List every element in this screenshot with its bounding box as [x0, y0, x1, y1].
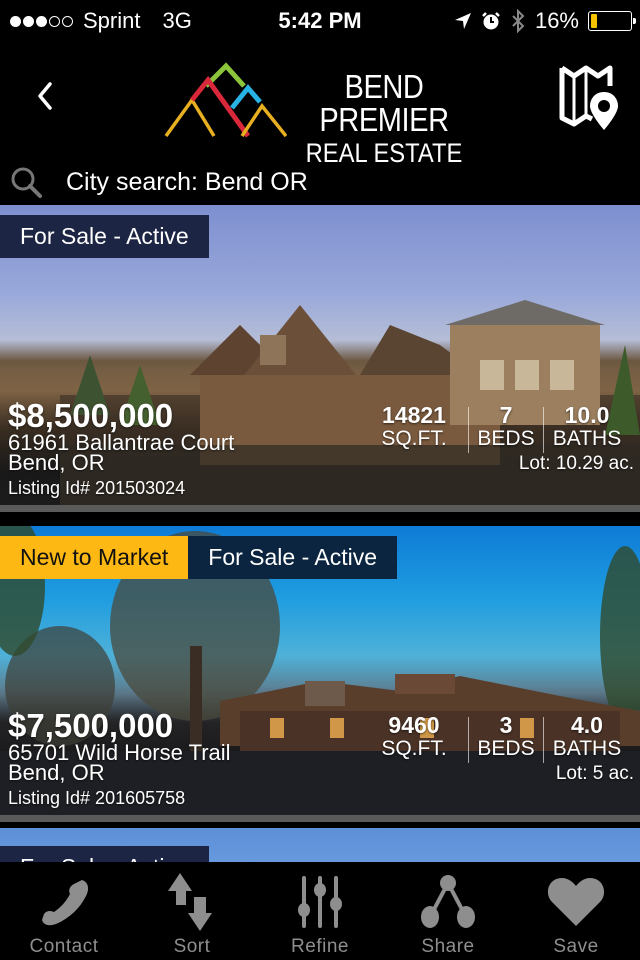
- beds-label: BEDS: [477, 427, 535, 450]
- baths-label: BATHS: [552, 737, 622, 760]
- stat-baths: 4.0 BATHS: [544, 713, 630, 761]
- sqft-value: 14821: [382, 402, 446, 428]
- sort-arrows-icon: [168, 873, 212, 931]
- sqft-value: 9460: [388, 712, 440, 738]
- map-pin-icon: [559, 65, 618, 130]
- tab-save[interactable]: Save: [512, 862, 640, 960]
- tab-sort[interactable]: Sort: [128, 862, 256, 960]
- listing-stats: 9460 SQ.FT. 3 BEDS 4.0 BATHS: [360, 713, 630, 763]
- baths-value: 4.0: [571, 712, 603, 738]
- tab-label: Sort: [173, 936, 211, 957]
- status-badge: For Sale - Active: [188, 536, 397, 579]
- sqft-label: SQ.FT.: [381, 737, 447, 760]
- new-to-market-badge: New to Market: [0, 536, 189, 579]
- listing-badges: For Sale - Active: [0, 215, 209, 258]
- share-nodes-icon: [421, 875, 475, 928]
- mountains-logo-icon: [164, 62, 287, 138]
- stat-beds: 3 BEDS: [469, 713, 543, 761]
- logo-text: BEND PREMIER REAL ESTATE: [284, 70, 484, 167]
- listing-id: Listing Id# 201503024: [8, 478, 186, 498]
- card-separator: [0, 815, 640, 822]
- stat-sqft: 14821 SQ.FT.: [360, 403, 468, 451]
- bluetooth-icon: [512, 9, 525, 33]
- tab-contact[interactable]: Contact: [0, 862, 128, 960]
- battery-level: [591, 14, 598, 28]
- search-icon: [11, 167, 42, 198]
- stat-sqft: 9460 SQ.FT.: [360, 713, 468, 761]
- address-line-2: Bend, OR: [8, 450, 105, 475]
- listing-id: Listing Id# 201605758: [8, 788, 186, 808]
- baths-label: BATHS: [552, 427, 622, 450]
- card-separator: [0, 505, 640, 512]
- tab-refine[interactable]: Refine: [256, 862, 384, 960]
- heart-icon: [547, 878, 605, 926]
- listing-info: $8,500,000 61961 Ballantrae Court Bend, …: [8, 399, 234, 499]
- lot-size: Lot: 5 ac.: [555, 763, 634, 784]
- sqft-label: SQ.FT.: [381, 427, 447, 450]
- logo-line-1: BEND PREMIER: [319, 68, 449, 138]
- address-line-2: Bend, OR: [8, 760, 105, 785]
- listing-card[interactable]: For Sale - Active 14821 SQ.FT. 7 BEDS 10…: [0, 205, 640, 505]
- listing-price: $8,500,000: [8, 397, 174, 434]
- chevron-left-icon: [38, 82, 52, 110]
- tab-label: Share: [421, 936, 475, 957]
- listing-card[interactable]: New to Market For Sale - Active 9460 SQ.…: [0, 526, 640, 815]
- back-button[interactable]: [30, 76, 60, 116]
- tab-label: Contact: [29, 936, 99, 957]
- tab-label: Save: [553, 936, 599, 957]
- beds-label: BEDS: [477, 737, 535, 760]
- search-query-text[interactable]: City search: Bend OR: [66, 168, 308, 197]
- phone-icon: [42, 880, 89, 926]
- status-badge: For Sale - Active: [0, 215, 209, 258]
- lot-size: Lot: 10.29 ac.: [518, 453, 634, 474]
- beds-value: 3: [499, 712, 513, 738]
- listing-info: $7,500,000 65701 Wild Horse Trail Bend, …: [8, 709, 231, 809]
- listing-price: $7,500,000: [8, 707, 174, 744]
- tab-share[interactable]: Share: [384, 862, 512, 960]
- battery-percent: 16%: [534, 8, 579, 33]
- location-arrow-icon: [454, 13, 471, 29]
- status-bar: Sprint 3G 5:42 PM 16%: [0, 0, 640, 40]
- alarm-clock-icon: [482, 12, 500, 30]
- listing-stats: 14821 SQ.FT. 7 BEDS 10.0 BATHS: [360, 403, 630, 453]
- bottom-tab-bar: Contact Sort Refine Share Save: [0, 862, 640, 960]
- tab-label: Refine: [291, 936, 349, 957]
- battery-icon: [588, 11, 636, 31]
- beds-value: 7: [499, 402, 513, 428]
- brand-logo: BEND PREMIER REAL ESTATE: [162, 60, 492, 167]
- city-search-bar[interactable]: City search: Bend OR: [0, 160, 640, 205]
- listing-badges: New to Market For Sale - Active: [0, 536, 397, 579]
- sliders-icon: [298, 876, 342, 928]
- stat-beds: 7 BEDS: [469, 403, 543, 451]
- status-right: 16%: [454, 8, 636, 34]
- map-view-button[interactable]: [558, 62, 622, 134]
- stat-baths: 10.0 BATHS: [544, 403, 630, 451]
- app-header: BEND PREMIER REAL ESTATE: [0, 40, 640, 167]
- baths-value: 10.0: [564, 402, 610, 428]
